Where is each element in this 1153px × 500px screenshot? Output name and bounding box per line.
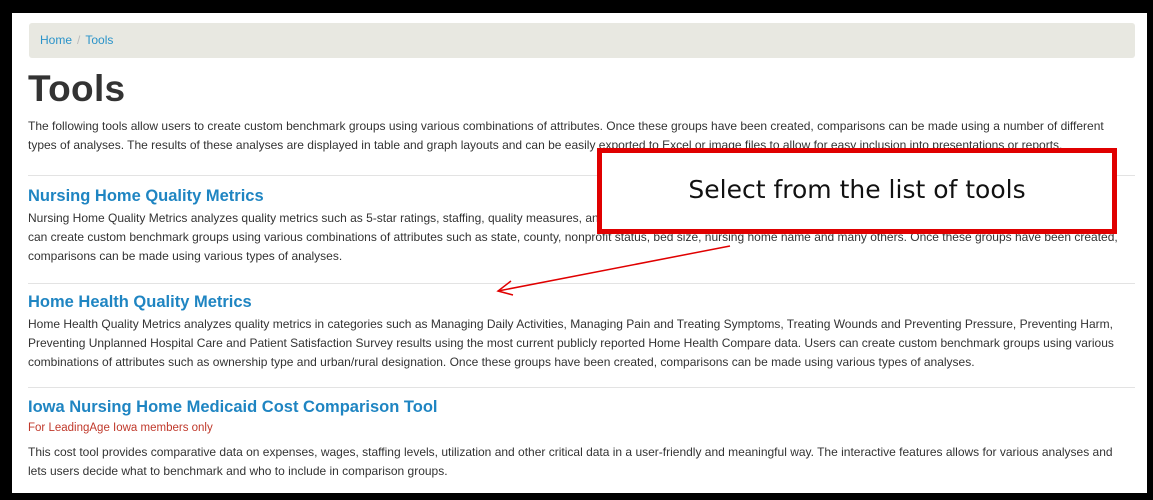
- breadcrumb-separator: /: [77, 33, 81, 47]
- annotation-callout: Select from the list of tools: [597, 148, 1117, 234]
- tool-link-home-health-quality-metrics[interactable]: Home Health Quality Metrics: [28, 293, 252, 312]
- page-title: Tools: [28, 68, 126, 109]
- tool-link-nursing-home-quality-metrics[interactable]: Nursing Home Quality Metrics: [28, 187, 264, 206]
- section-divider: [28, 283, 1135, 284]
- section-divider: [28, 387, 1135, 388]
- breadcrumb-current-link[interactable]: Tools: [85, 33, 113, 47]
- tool-description-home-health: Home Health Quality Metrics analyzes qua…: [28, 317, 1114, 369]
- members-only-note: For LeadingAge Iowa members only: [28, 422, 213, 434]
- tool-link-iowa-medicaid-cost-comparison[interactable]: Iowa Nursing Home Medicaid Cost Comparis…: [28, 398, 437, 417]
- breadcrumb: Home / Tools: [29, 23, 1135, 58]
- tool-description-iowa-cost: This cost tool provides comparative data…: [28, 445, 1113, 478]
- page-frame: Home / Tools Tools The following tools all…: [12, 13, 1147, 493]
- breadcrumb-home-link[interactable]: Home: [40, 33, 72, 47]
